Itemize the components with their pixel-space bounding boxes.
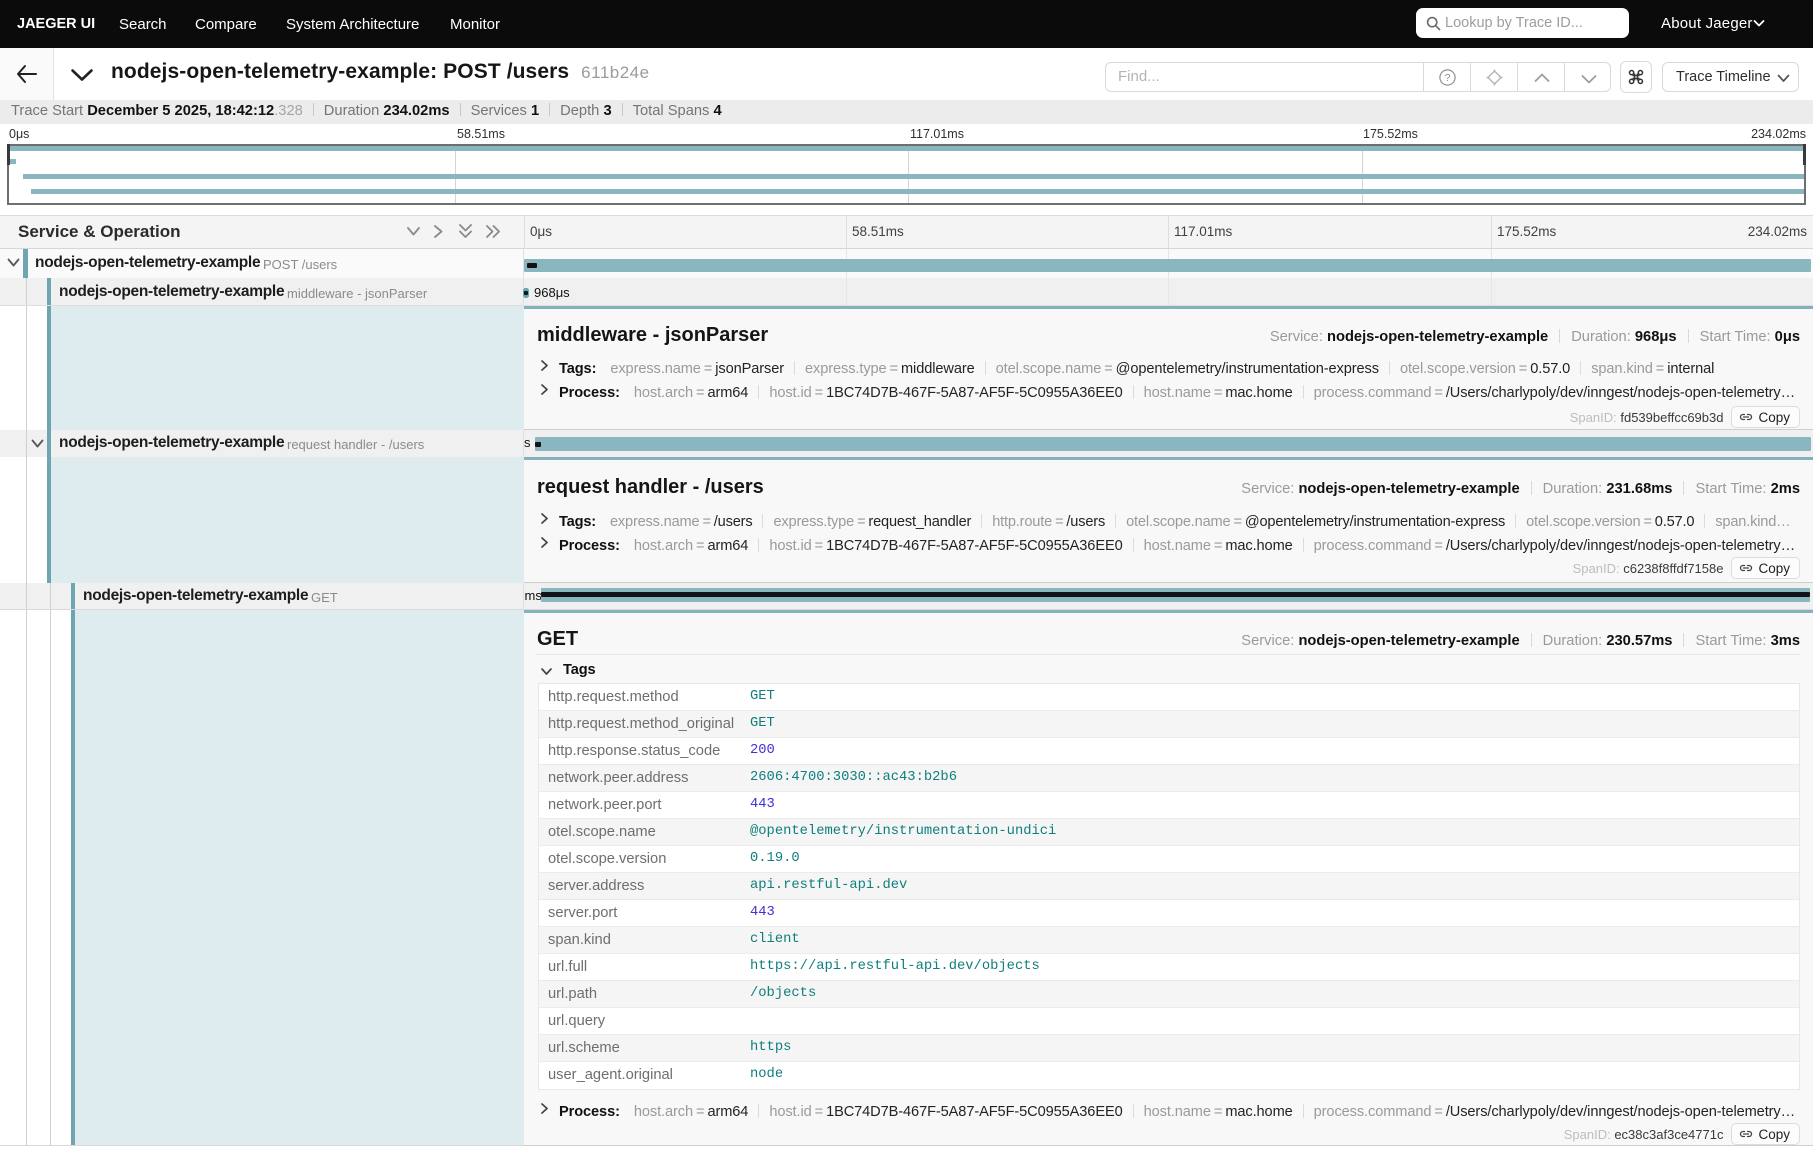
svg-text:?: ?: [1445, 72, 1451, 84]
